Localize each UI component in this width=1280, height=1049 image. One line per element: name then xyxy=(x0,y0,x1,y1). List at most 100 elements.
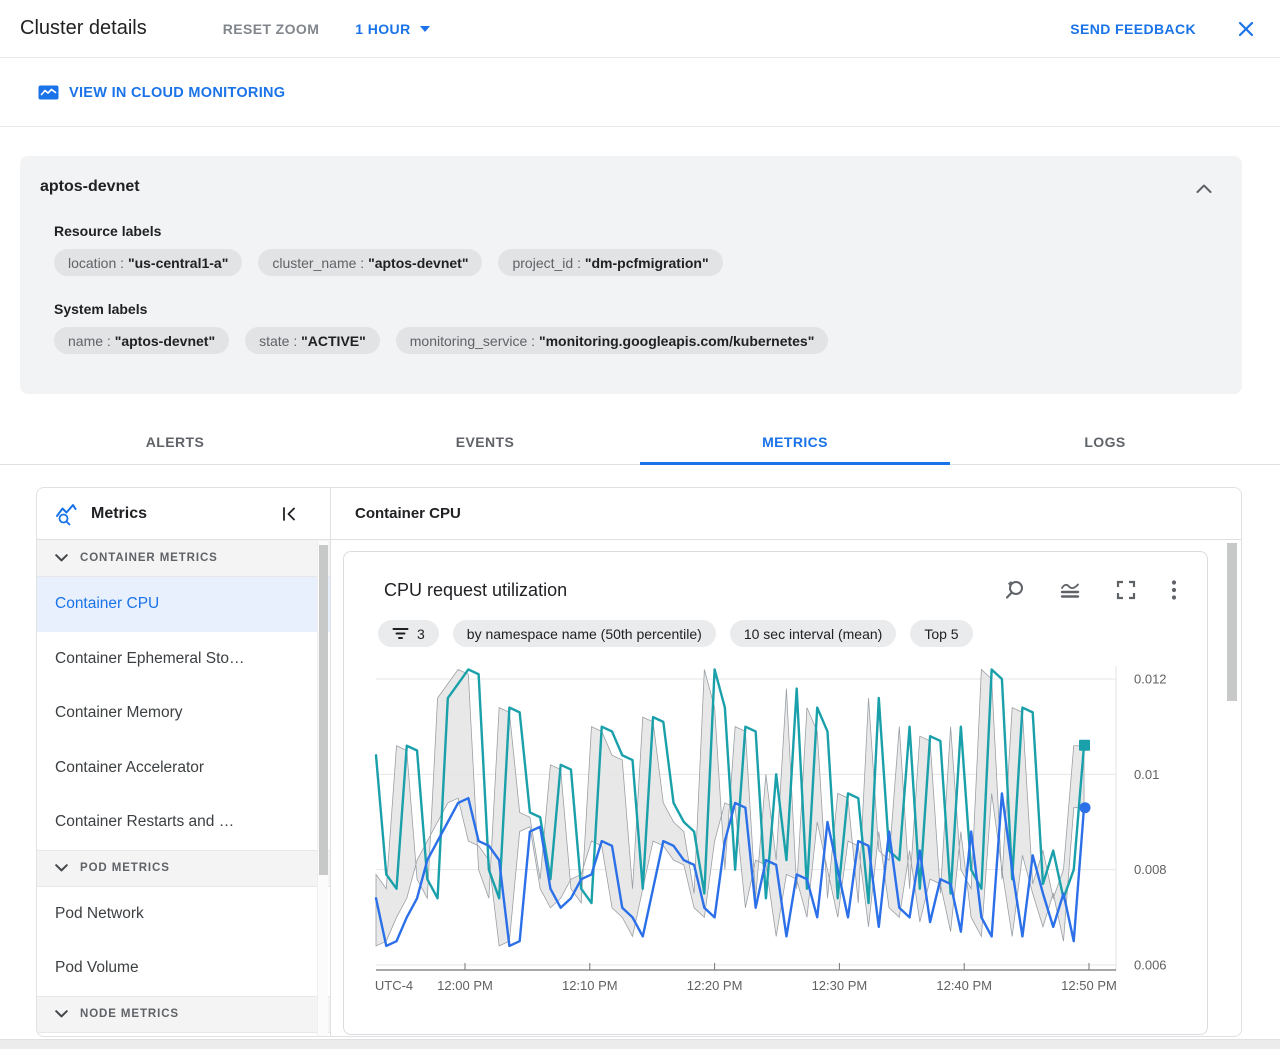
chip-value: "ACTIVE" xyxy=(301,332,366,349)
x-axis-tick-label: 12:20 PM xyxy=(687,978,743,993)
sidebar-title: Metrics xyxy=(91,504,148,522)
label-chip-state: state : "ACTIVE" xyxy=(245,327,380,354)
chart-filter-chips: 3 by namespace name (50th percentile) 10… xyxy=(378,620,1207,647)
collapse-left-icon xyxy=(283,506,295,521)
zoom-button[interactable] xyxy=(1003,579,1025,601)
chip-key: name xyxy=(68,332,104,349)
top-bar: Cluster details RESET ZOOM 1 HOUR SEND F… xyxy=(0,0,1280,58)
sidebar-item-pod-network[interactable]: Pod Network xyxy=(37,887,330,942)
chart-title: CPU request utilization xyxy=(384,579,568,600)
chevron-up-icon xyxy=(1196,184,1212,193)
send-feedback-button[interactable]: SEND FEEDBACK xyxy=(1070,21,1196,37)
tab-bar: ALERTS EVENTS METRICS LOGS xyxy=(0,420,1280,465)
view-in-cloud-monitoring-link[interactable]: VIEW IN CLOUD MONITORING xyxy=(38,84,285,101)
system-labels-row: name : "aptos-devnet" state : "ACTIVE" m… xyxy=(54,327,1222,354)
caret-down-icon xyxy=(419,25,430,32)
label-chip-location: location : "us-central1-a" xyxy=(54,249,243,276)
page-title: Cluster details xyxy=(20,17,147,39)
monitoring-chart-icon xyxy=(38,85,59,100)
chip-key: cluster_name xyxy=(272,254,357,271)
metrics-sidebar: Metrics CONTAINER METRICS Container CPU … xyxy=(37,488,331,1036)
more-vert-icon xyxy=(1171,580,1177,600)
chevron-down-icon xyxy=(55,554,68,562)
chart-header: CPU request utilization xyxy=(344,552,1207,601)
timezone-label: UTC-4 xyxy=(375,978,413,993)
more-options-button[interactable] xyxy=(1171,579,1177,601)
chart-toolbar xyxy=(1003,579,1177,601)
collapse-card-button[interactable] xyxy=(1196,180,1212,198)
label-chip-project-id: project_id : "dm-pcfmigration" xyxy=(498,249,723,276)
sidebar-item-container-ephemeral-storage[interactable]: Container Ephemeral Sto… xyxy=(37,632,330,687)
y-axis-tick-label: 0.008 xyxy=(1134,862,1167,877)
chip-separator: : xyxy=(103,332,115,349)
section-label: POD METRICS xyxy=(80,862,170,874)
chip-separator: : xyxy=(289,332,302,349)
chevron-down-icon xyxy=(55,864,68,872)
resource-labels-row: location : "us-central1-a" cluster_name … xyxy=(54,249,1222,276)
system-labels-title: System labels xyxy=(54,301,148,317)
tab-logs[interactable]: LOGS xyxy=(950,420,1260,464)
fullscreen-button[interactable] xyxy=(1115,579,1137,601)
chart-card: CPU request utilization 3 by namespace n… xyxy=(343,551,1208,1035)
chip-separator: : xyxy=(527,332,539,349)
cpu-utilization-chart[interactable]: 0.012 0.01 0.008 0.006 UTC-4 12:00 PM 12:10 PM… xyxy=(344,652,1207,1012)
zoom-icon xyxy=(1005,581,1023,599)
filter-count: 3 xyxy=(417,625,425,642)
x-axis-tick-label: 12:50 PM xyxy=(1061,978,1117,993)
close-button[interactable] xyxy=(1236,19,1256,39)
time-range-dropdown[interactable]: 1 HOUR xyxy=(355,21,430,37)
legend-toggle-button[interactable] xyxy=(1059,579,1081,601)
groupby-chip[interactable]: by namespace name (50th percentile) xyxy=(452,620,716,647)
chip-value: "aptos-devnet" xyxy=(114,332,216,349)
y-axis-tick-label: 0.006 xyxy=(1134,957,1167,972)
monitoring-link-row: VIEW IN CLOUD MONITORING xyxy=(0,59,1280,127)
tab-events[interactable]: EVENTS xyxy=(330,420,640,464)
y-axis-tick-label: 0.01 xyxy=(1134,767,1159,782)
legend-toggle-icon xyxy=(1060,583,1080,598)
section-label: CONTAINER METRICS xyxy=(80,552,218,564)
chip-value: "us-central1-a" xyxy=(127,254,229,271)
series-end-marker-circle xyxy=(1079,802,1091,814)
chip-separator: : xyxy=(116,254,128,271)
reset-zoom-button[interactable]: RESET ZOOM xyxy=(223,21,320,37)
main-scrollbar-thumb[interactable] xyxy=(1227,543,1237,701)
sidebar-item-container-restarts[interactable]: Container Restarts and … xyxy=(37,795,330,850)
resource-labels-title: Resource labels xyxy=(54,223,162,239)
sidebar-scrollbar-thumb[interactable] xyxy=(319,545,328,875)
monitoring-link-label: VIEW IN CLOUD MONITORING xyxy=(69,84,286,101)
main-scrollbar xyxy=(1226,541,1238,1036)
section-container-metrics[interactable]: CONTAINER METRICS xyxy=(37,540,330,577)
tab-alerts[interactable]: ALERTS xyxy=(20,420,330,464)
chip-separator: : xyxy=(356,254,369,271)
section-label: NODE METRICS xyxy=(80,1008,179,1020)
collapse-sidebar-button[interactable] xyxy=(280,505,298,523)
sidebar-item-container-memory[interactable]: Container Memory xyxy=(37,686,330,741)
tab-metrics[interactable]: METRICS xyxy=(640,420,950,465)
filter-count-chip[interactable]: 3 xyxy=(378,620,439,647)
chart-svg: 0.012 0.01 0.008 0.006 UTC-4 12:00 PM 12:10 PM… xyxy=(374,666,1167,993)
sidebar-item-container-cpu[interactable]: Container CPU xyxy=(37,577,330,632)
x-axis-tick-label: 12:40 PM xyxy=(936,978,992,993)
chip-key: state xyxy=(259,332,290,349)
close-icon xyxy=(1238,21,1254,36)
section-pod-metrics[interactable]: POD METRICS xyxy=(37,849,330,887)
interval-chip[interactable]: 10 sec interval (mean) xyxy=(729,620,897,647)
chip-separator: : xyxy=(573,254,585,271)
section-node-metrics[interactable]: NODE METRICS xyxy=(37,995,330,1033)
chip-value: "monitoring.googleapis.com/kubernetes" xyxy=(538,332,815,349)
fullscreen-icon xyxy=(1116,580,1136,600)
chip-key: monitoring_service xyxy=(409,332,528,349)
sidebar-item-container-accelerator[interactable]: Container Accelerator xyxy=(37,741,330,796)
chip-value: "dm-pcfmigration" xyxy=(584,254,709,271)
minmax-band xyxy=(375,668,1085,947)
sidebar-header: Metrics xyxy=(37,488,330,540)
sidebar-item-pod-volume[interactable]: Pod Volume xyxy=(37,941,330,996)
x-axis-tick-label: 12:30 PM xyxy=(812,978,868,993)
cluster-summary-card: aptos-devnet Resource labels location : … xyxy=(20,156,1242,394)
horizontal-scrollbar-track[interactable] xyxy=(0,1039,1280,1049)
label-chip-monitoring-service: monitoring_service : "monitoring.googlea… xyxy=(395,327,829,354)
label-chip-name: name : "aptos-devnet" xyxy=(54,327,230,354)
chip-key: project_id xyxy=(512,254,574,271)
top5-chip[interactable]: Top 5 xyxy=(910,620,973,647)
series-end-marker-square xyxy=(1079,739,1090,751)
